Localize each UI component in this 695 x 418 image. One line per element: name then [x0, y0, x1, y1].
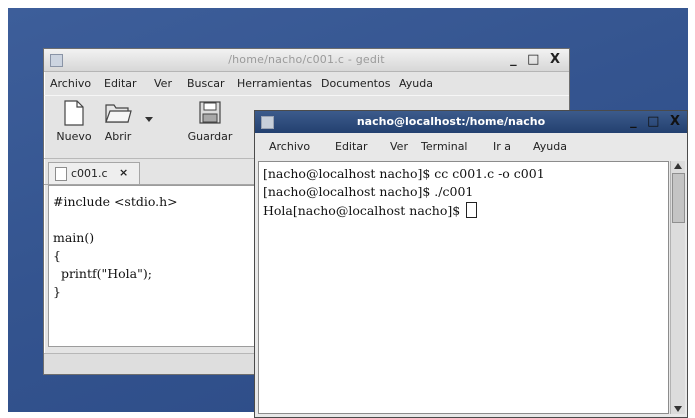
terminal-window: nacho@localhost:/home/nacho _ □ X Archiv…: [254, 110, 688, 418]
code-line: }: [53, 284, 61, 299]
text-cursor: [466, 202, 478, 218]
new-button-label: Nuevo: [56, 130, 92, 143]
terminal-line: [nacho@localhost nacho]$ ./c001: [263, 184, 474, 199]
terminal-titlebar[interactable]: nacho@localhost:/home/nacho: [255, 111, 687, 133]
terminal-menubar: Archivo Editar Ver Terminal Ir a Ayuda: [255, 135, 687, 159]
menu-terminal[interactable]: Terminal: [421, 140, 468, 153]
menu-ver[interactable]: Ver: [154, 77, 172, 90]
terminal-scrollbar[interactable]: [670, 161, 685, 414]
terminal-screen[interactable]: [nacho@localhost nacho]$ cc c001.c -o c0…: [258, 161, 669, 414]
menu-buscar[interactable]: Buscar: [187, 77, 225, 90]
code-editor[interactable]: #include <stdio.h> main() { printf("Hola…: [48, 185, 264, 347]
menu-herramientas[interactable]: Herramientas: [237, 77, 312, 90]
menu-ver[interactable]: Ver: [390, 140, 408, 153]
menu-editar[interactable]: Editar: [335, 140, 368, 153]
menu-ayuda[interactable]: Ayuda: [533, 140, 567, 153]
tab-label: c001.c: [71, 167, 108, 180]
code-line: printf("Hola");: [53, 266, 152, 281]
save-button[interactable]: Guardar: [184, 100, 236, 143]
new-document-icon: [64, 100, 84, 126]
floppy-disk-icon: [199, 101, 221, 124]
window-menu-icon[interactable]: [261, 116, 274, 129]
menu-archivo[interactable]: Archivo: [269, 140, 310, 153]
save-button-label: Guardar: [187, 130, 233, 143]
code-line: {: [53, 248, 61, 263]
desktop: /home/nacho/c001.c - gedit _ □ X Archivo…: [8, 8, 688, 418]
menu-documentos[interactable]: Documentos: [321, 77, 390, 90]
terminal-line: [nacho@localhost nacho]$ cc c001.c -o c0…: [263, 166, 545, 181]
scrollbar-thumb[interactable]: [672, 173, 685, 223]
gedit-titlebar[interactable]: /home/nacho/c001.c - gedit _ □ X: [44, 49, 569, 72]
folder-icon: [105, 104, 132, 123]
tab-c001[interactable]: c001.c ×: [48, 162, 140, 184]
menu-ayuda[interactable]: Ayuda: [399, 77, 433, 90]
menu-archivo[interactable]: Archivo: [50, 77, 91, 90]
terminal-window-title: nacho@localhost:/home/nacho: [356, 115, 546, 128]
menu-editar[interactable]: Editar: [104, 77, 137, 90]
terminal-prompt-line: Hola[nacho@localhost nacho]$: [263, 202, 478, 218]
code-line: main(): [53, 230, 95, 245]
terminal-line: Hola[nacho@localhost nacho]$: [263, 203, 465, 218]
open-button-label: Abrir: [104, 130, 132, 143]
open-recent-dropdown[interactable]: [142, 114, 156, 127]
document-icon: [55, 167, 67, 181]
window-controls[interactable]: _ □ X: [630, 114, 683, 129]
gedit-window-title: /home/nacho/c001.c - gedit: [228, 53, 385, 66]
code-line: #include <stdio.h>: [53, 194, 178, 209]
close-tab-icon[interactable]: ×: [119, 166, 128, 179]
scroll-down-icon[interactable]: [674, 406, 682, 412]
scroll-up-icon[interactable]: [674, 163, 682, 169]
open-button[interactable]: Abrir: [98, 100, 138, 143]
new-button[interactable]: Nuevo: [52, 100, 96, 143]
gedit-menubar: Archivo Editar Ver Buscar Herramientas D…: [44, 72, 569, 94]
chevron-down-icon: [145, 117, 153, 122]
window-controls[interactable]: _ □ X: [510, 52, 563, 67]
menu-ir-a[interactable]: Ir a: [493, 140, 511, 153]
